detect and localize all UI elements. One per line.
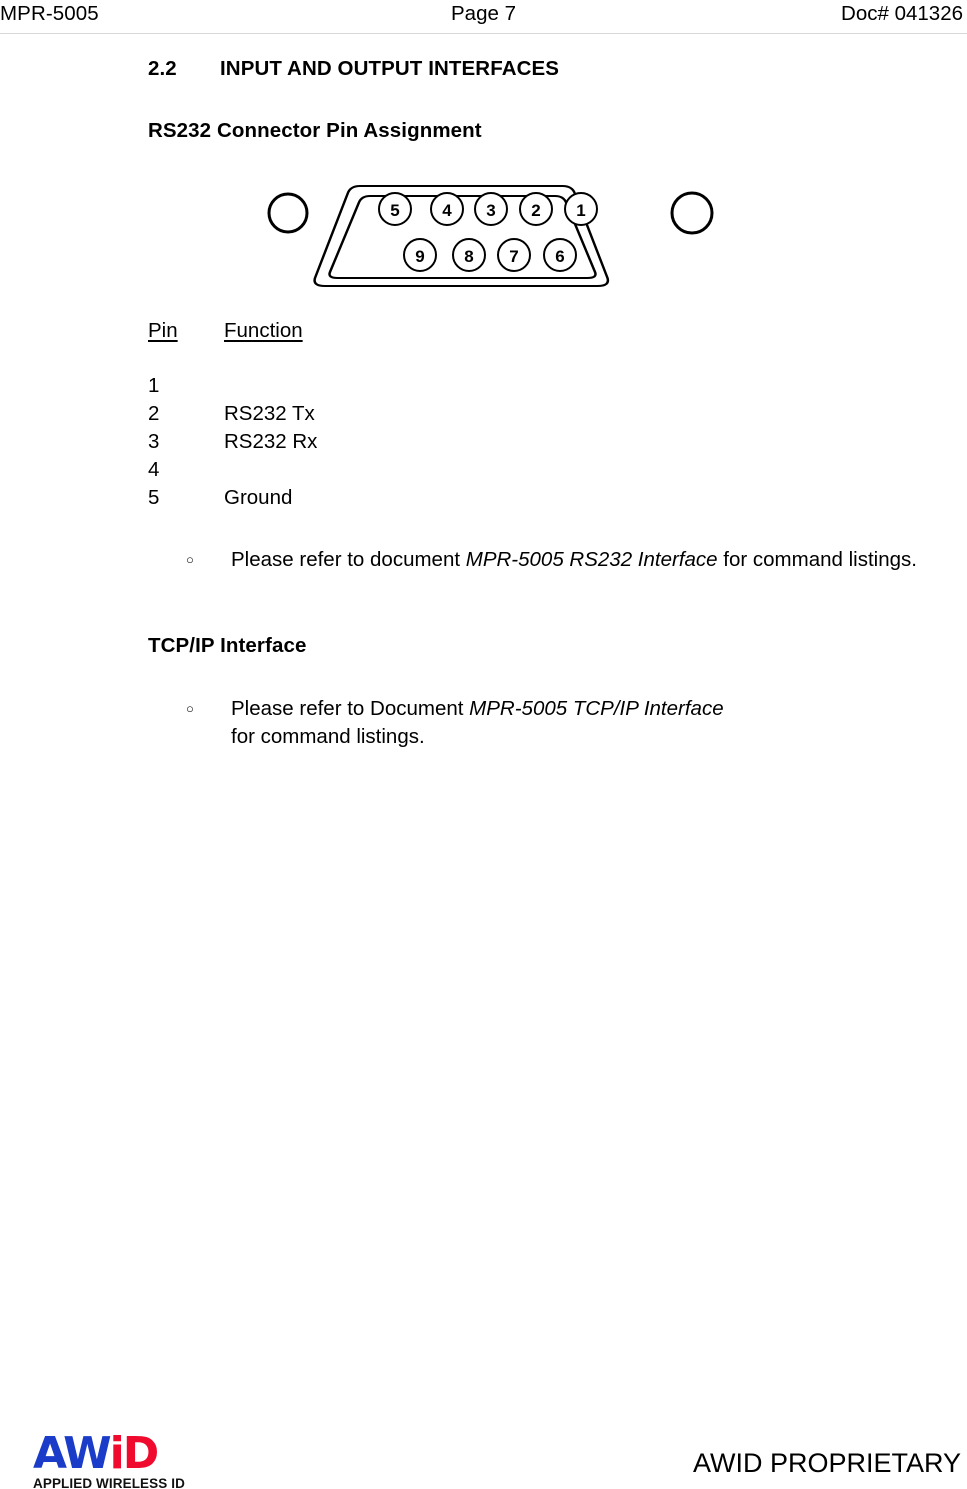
pin-2: 2 [519,192,553,226]
awid-logo-wordmark: AWiD [33,1432,159,1476]
awid-logo-tagline: APPLIED WIRELESS ID [33,1476,185,1489]
header-page-number: Page 7 [451,2,516,25]
awid-logo: AWiD APPLIED WIRELESS ID [33,1424,185,1489]
bullet-item-tcpip: ○ Please refer to Document MPR-5005 TCP/… [186,695,746,751]
bullet-text-tcpip: Please refer to Document MPR-5005 TCP/IP… [231,695,746,751]
mounting-hole-right-icon [670,191,714,235]
bullet-suffix: for command listings. [717,548,917,571]
pin-cell: 1 [148,374,160,397]
pin-8: 8 [452,238,486,272]
section-title: INPUT AND OUTPUT INTERFACES [220,57,560,80]
pin-assignment-table: Pin Function 1 2 RS232 Tx 3 RS232 Rx 4 5… [148,319,317,514]
bullet-suffix: for command listings. [231,725,425,748]
bullet-item-rs232: ○ Please refer to document MPR-5005 RS23… [186,546,967,574]
pin-3: 3 [474,192,508,226]
svg-text:2: 2 [531,201,540,220]
awid-logo-id: iD [109,1428,160,1479]
svg-text:1: 1 [576,201,585,220]
mounting-hole-left-icon [267,192,309,234]
awid-logo-aw: AW [33,1428,112,1479]
pin-cell: 2 [148,402,160,425]
footer-proprietary-notice: AWID PROPRIETARY [692,1448,961,1478]
pin-9: 9 [403,238,437,272]
svg-text:5: 5 [390,201,399,220]
function-cell: RS232 Tx [224,402,315,425]
function-cell: Ground [224,486,293,509]
table-row: 3 RS232 Rx [148,430,317,458]
subsection-heading-rs232: RS232 Connector Pin Assignment [148,119,482,142]
pin-bottom-row: 9 8 7 6 [403,238,577,272]
page-header: MPR-5005 Page 7 Doc# 041326 [0,0,967,34]
table-spacer-row [148,346,317,374]
function-cell [224,374,317,402]
table-row: 5 Ground [148,486,317,514]
pin-cell: 3 [148,430,160,453]
bullet-document-title: MPR-5005 RS232 Interface [465,548,718,571]
bullet-text-rs232: Please refer to document MPR-5005 RS232 … [231,546,967,574]
table-row: 1 [148,374,317,402]
column-header-function: Function [224,319,303,342]
section-heading: 2.2 INPUT AND OUTPUT INTERFACES [148,57,559,81]
function-cell [224,458,317,486]
bullet-prefix: Please refer to document [231,548,466,571]
pin-7: 7 [497,238,531,272]
section-number: 2.2 [148,57,177,80]
subsection-heading-tcpip: TCP/IP Interface [148,634,307,657]
header-divider [0,33,967,34]
pin-top-row: 5 4 3 2 1 [378,192,598,226]
pin-6: 6 [543,238,577,272]
header-doc-number: Doc# 041326 [841,2,963,25]
svg-text:6: 6 [555,247,564,266]
function-cell: RS232 Rx [224,430,318,453]
pin-4: 4 [430,192,464,226]
column-header-pin: Pin [148,319,178,342]
table-row: 4 [148,458,317,486]
svg-text:9: 9 [415,247,424,266]
document-page: MPR-5005 Page 7 Doc# 041326 2.2 INPUT AND… [0,0,967,1489]
pin-5: 5 [378,192,412,226]
circle-bullet-icon: ○ [186,552,194,567]
db9-connector-figure: 5 4 3 2 1 9 8 7 6 [255,168,725,303]
table-header-row: Pin Function [148,319,317,346]
pin-1: 1 [564,192,598,226]
svg-text:4: 4 [442,201,452,220]
svg-text:7: 7 [509,247,518,266]
bullet-prefix: Please refer to Document [231,697,470,720]
svg-text:8: 8 [464,247,473,266]
table-row: 2 RS232 Tx [148,402,317,430]
circle-bullet-icon: ○ [186,701,194,716]
svg-text:3: 3 [486,201,495,220]
pin-cell: 4 [148,458,160,481]
bullet-document-title: MPR-5005 TCP/IP Interface [469,697,724,720]
pin-cell: 5 [148,486,160,509]
